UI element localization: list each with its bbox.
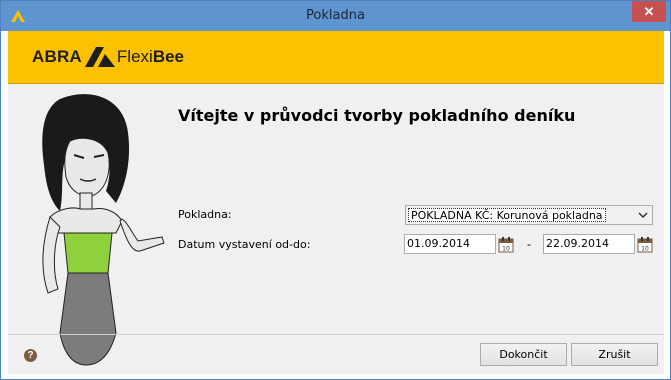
calendar-day-text: 10 (502, 246, 510, 253)
dialog-window: Pokladna ✕ ABRA Flexi Bee Vítejte v prův… (0, 0, 671, 380)
pokladna-label: Pokladna: (178, 208, 232, 221)
cancel-button[interactable]: Zrušit (571, 343, 658, 366)
pokladna-selected-value: POKLADNA KČ: Korunová pokladna (408, 208, 606, 222)
brand-banner: ABRA Flexi Bee (8, 31, 664, 84)
dialog-client: ABRA Flexi Bee Vítejte v průvodci tvorby… (8, 31, 664, 374)
abra-flexibee-logo: ABRA Flexi Bee (32, 47, 184, 67)
logo-abra-text: ABRA (32, 47, 82, 66)
chevron-down-icon[interactable] (634, 206, 652, 224)
mascot-illustration (42, 94, 165, 366)
finish-button[interactable]: Dokončit (480, 343, 567, 366)
wizard-heading: Vítejte v průvodci tvorby pokladního den… (178, 106, 576, 125)
date-to-input[interactable]: 22.09.2014 (543, 234, 635, 254)
calendar-icon[interactable]: 10 (498, 236, 514, 253)
logo-flexi-text: Flexi (116, 47, 153, 66)
title-bar[interactable]: Pokladna ✕ (1, 1, 670, 31)
help-icon[interactable]: ? (24, 349, 37, 362)
logo-mark-icon (84, 47, 115, 67)
date-from-input[interactable]: 01.09.2014 (404, 234, 496, 254)
footer-divider (8, 334, 664, 335)
date-range-separator: - (527, 237, 531, 251)
datum-label: Datum vystavení od-do: (178, 238, 311, 251)
pokladna-select[interactable]: POKLADNA KČ: Korunová pokladna (405, 205, 653, 225)
calendar-day-text: 10 (641, 246, 649, 253)
calendar-icon[interactable]: 10 (637, 236, 653, 253)
logo-bee-text: Bee (152, 47, 185, 66)
close-button[interactable]: ✕ (632, 1, 666, 22)
window-title: Pokladna (306, 8, 365, 23)
